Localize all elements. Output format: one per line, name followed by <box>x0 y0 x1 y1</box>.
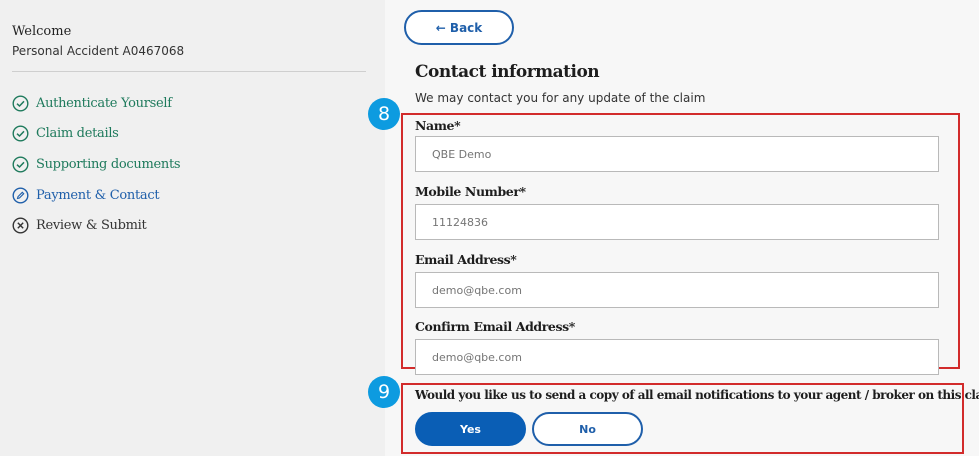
policy-number: Personal Accident A0467068 <box>12 44 185 58</box>
page-subtitle: We may contact you for any update of the… <box>415 91 706 105</box>
email-label: Email Address* <box>415 252 517 267</box>
step-label: Review & Submit <box>36 218 147 234</box>
check-circle-icon <box>12 95 29 112</box>
name-input[interactable] <box>415 136 939 172</box>
email-input[interactable] <box>415 272 939 308</box>
sidebar: Welcome Personal Accident A0467068 Authe… <box>0 0 385 456</box>
step-badge-9: 9 <box>368 376 400 408</box>
back-button[interactable]: ← Back <box>404 10 514 45</box>
pencil-circle-icon <box>12 187 29 204</box>
yes-button[interactable]: Yes <box>415 412 526 446</box>
step-badge-8: 8 <box>368 98 400 130</box>
mobile-input[interactable] <box>415 204 939 240</box>
check-circle-icon <box>12 125 29 142</box>
check-circle-icon <box>12 156 29 173</box>
page-title: Contact information <box>415 62 600 82</box>
confirm-email-label: Confirm Email Address* <box>415 319 575 334</box>
mobile-label: Mobile Number* <box>415 184 526 199</box>
step-list: Authenticate Yourself Claim details Supp… <box>12 88 181 241</box>
main-panel: ← Back Contact information We may contac… <box>385 0 979 456</box>
no-button[interactable]: No <box>532 412 643 446</box>
x-circle-icon <box>12 217 29 234</box>
step-payment-contact[interactable]: Payment & Contact <box>12 180 180 211</box>
step-label: Claim details <box>36 126 119 142</box>
welcome-heading: Welcome <box>12 24 72 39</box>
step-authenticate[interactable]: Authenticate Yourself <box>12 88 180 119</box>
step-review-submit[interactable]: Review & Submit <box>12 210 180 241</box>
step-supporting-documents[interactable]: Supporting documents <box>12 149 181 180</box>
name-label: Name* <box>415 118 461 133</box>
step-label: Authenticate Yourself <box>36 95 172 111</box>
step-label: Payment & Contact <box>36 187 160 203</box>
sidebar-divider <box>12 71 366 72</box>
step-label: Supporting documents <box>36 156 181 172</box>
agent-notification-question: Would you like us to send a copy of all … <box>415 388 979 402</box>
confirm-email-input[interactable] <box>415 339 939 375</box>
step-claim-details[interactable]: Claim details <box>12 119 180 150</box>
